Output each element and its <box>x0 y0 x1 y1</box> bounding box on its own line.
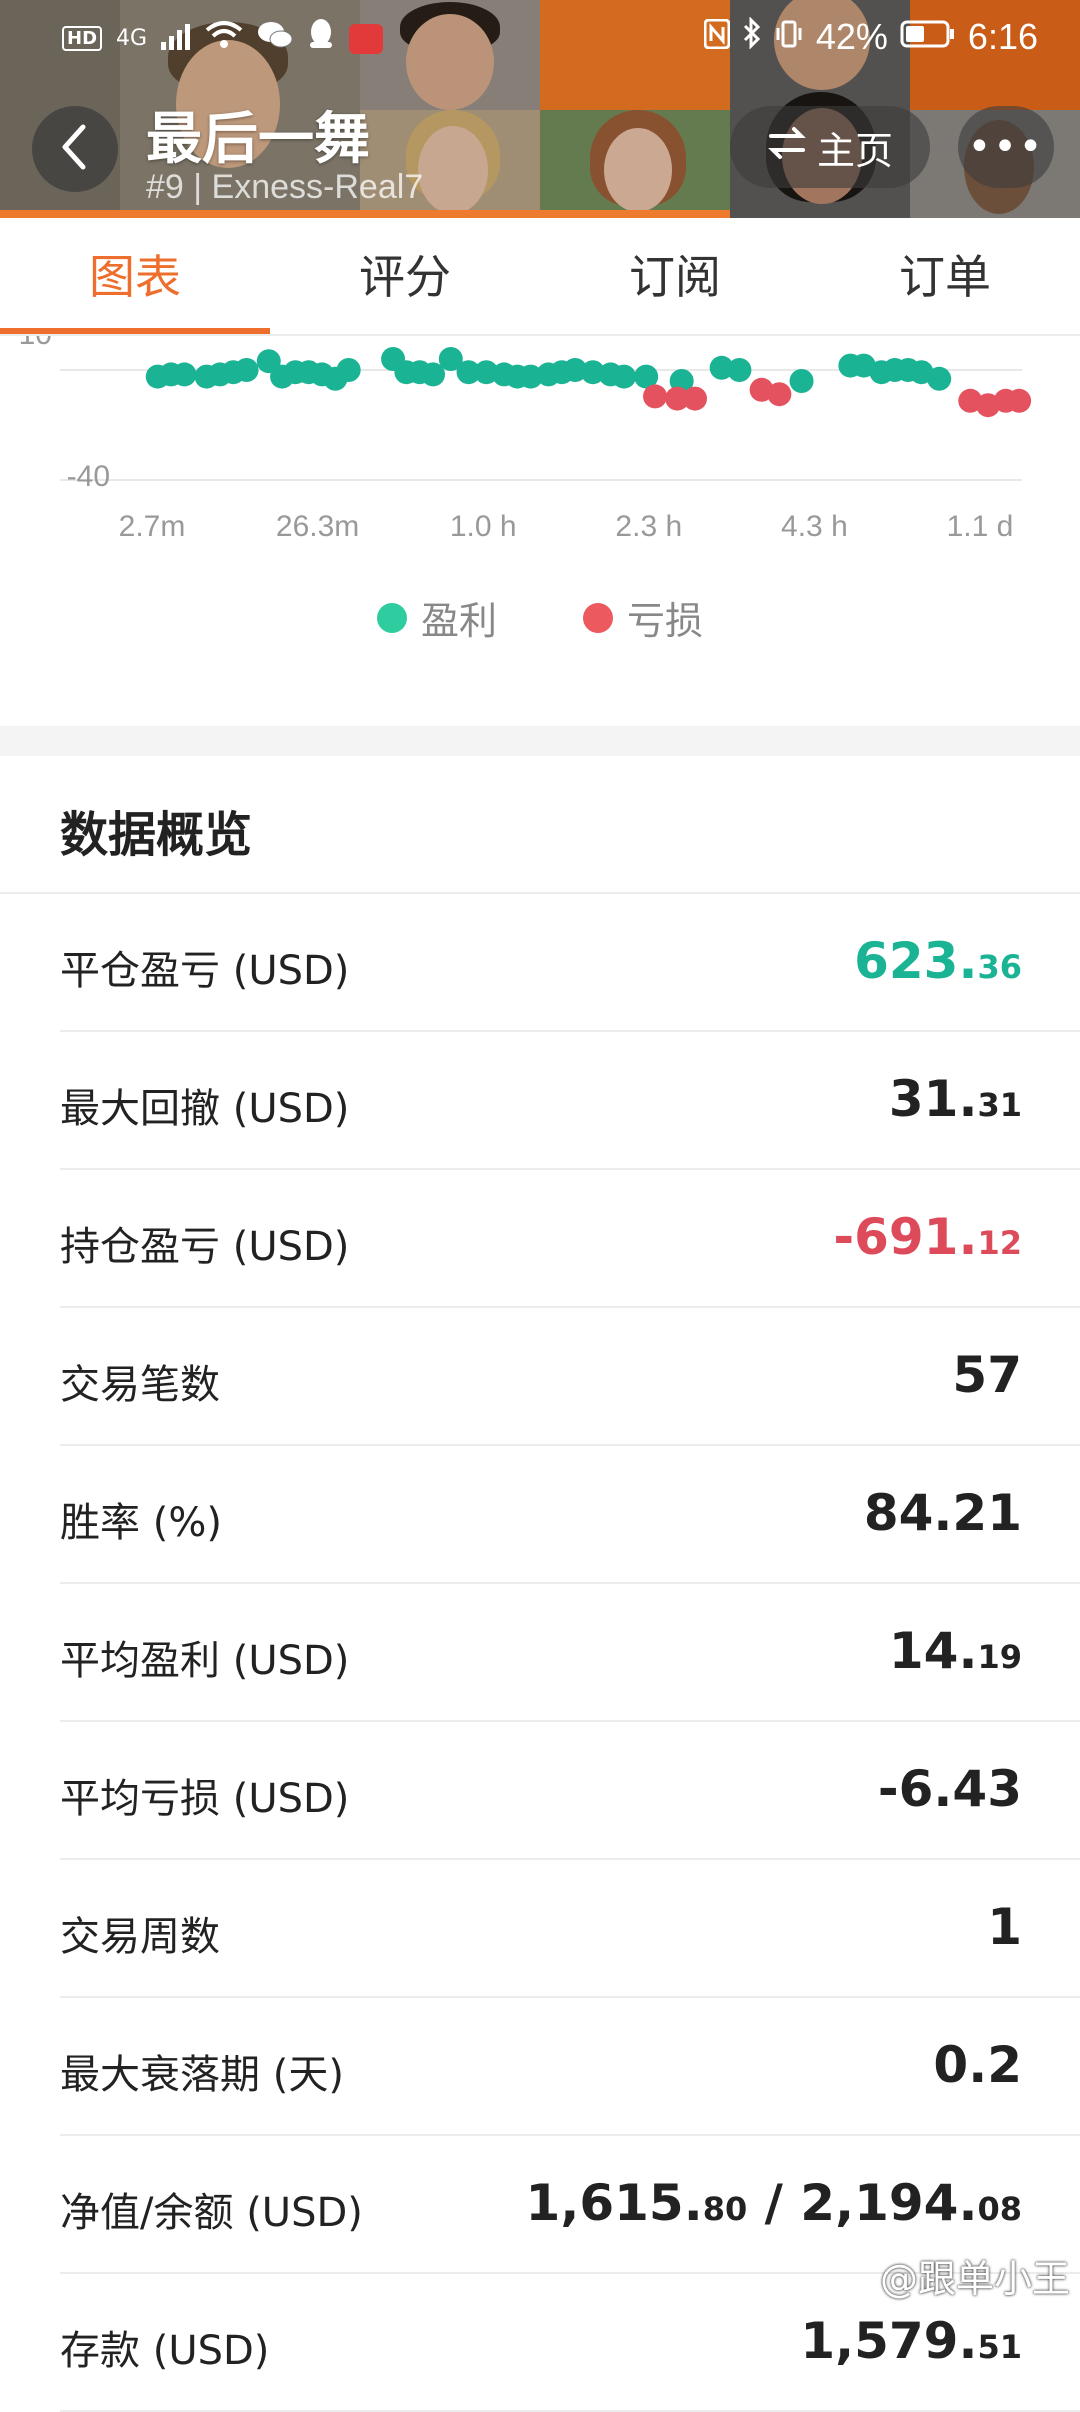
x-tick-label: 2.7m <box>119 510 186 543</box>
legend-item-profit[interactable]: 盈利 <box>376 590 497 645</box>
more-icon: ••• <box>967 124 1045 170</box>
loss-point[interactable] <box>767 382 792 407</box>
tab-orders[interactable]: 订单 <box>810 218 1080 334</box>
wechat-icon <box>257 19 293 59</box>
profit-point[interactable] <box>789 369 814 393</box>
header-accent-bar <box>0 210 730 218</box>
profit-point[interactable] <box>234 358 259 382</box>
overview-row-value: 623.36 <box>854 932 1022 990</box>
legend-label: 亏损 <box>627 599 704 643</box>
overview-row: 平仓盈亏 (USD) 623.36 <box>60 894 1080 1032</box>
x-tick-label: 4.3 h <box>781 510 848 543</box>
back-button[interactable] <box>32 106 118 192</box>
chart-legend: 盈利 亏损 <box>0 590 1080 645</box>
overview-row: 交易笔数 57 <box>60 1308 1080 1446</box>
profit-scatter-chart: 10 -40 2.7m 26.3m 1.0 h 2.3 h 4.3 h 1.1 d <box>0 318 1080 726</box>
overview-row-label: 交易周数 <box>60 1914 220 1960</box>
overview-row-value: 84.21 <box>863 1484 1022 1542</box>
loss-point[interactable] <box>1007 388 1032 413</box>
wifi-icon <box>205 19 243 59</box>
bluetooth-icon <box>742 16 762 58</box>
x-tick-label: 26.3m <box>276 510 359 543</box>
clock-time: 6:16 <box>967 16 1038 57</box>
y-tick-label: 10 <box>19 336 52 351</box>
qq-icon <box>307 18 335 59</box>
trader-account: #9 | Exness-Real7 <box>146 168 424 206</box>
legend-label: 盈利 <box>420 599 497 643</box>
overview-row-label: 最大回撤 (USD) <box>60 1086 350 1132</box>
more-button[interactable]: ••• <box>958 106 1054 188</box>
active-tab-indicator <box>0 328 270 334</box>
home-button[interactable]: 主页 <box>730 106 930 188</box>
tab-rating[interactable]: 评分 <box>270 218 540 334</box>
overview-row-label: 最大衰落期 (天) <box>60 2052 344 2098</box>
overview-row: 交易周数 1 <box>60 1860 1080 1998</box>
overview-row-label: 平均盈利 (USD) <box>60 1638 350 1684</box>
overview-row-label: 存款 (USD) <box>60 2328 270 2374</box>
overview-row-value: -691.12 <box>833 1208 1022 1266</box>
profit-point[interactable] <box>927 366 952 391</box>
legend-dot-loss <box>583 602 613 633</box>
overview-row: 最大回撤 (USD) 31.31 <box>60 1032 1080 1170</box>
overview-row-value: 1,579.51 <box>800 2312 1022 2370</box>
profit-point[interactable] <box>611 364 636 389</box>
overview-row-value: 0.2 <box>933 2036 1022 2094</box>
vibrate-icon <box>774 16 804 58</box>
loss-point[interactable] <box>683 386 707 411</box>
trader-header: HD 4G 42% 6:16 最后一舞 #9 | Exness-Real7 主页… <box>0 0 1080 218</box>
y-tick-label: -40 <box>67 460 110 493</box>
battery-percent: 42% <box>815 16 888 57</box>
overview-row: 平均亏损 (USD) -6.43 <box>60 1722 1080 1860</box>
loss-point[interactable] <box>643 384 668 409</box>
overview-row-label: 持仓盈亏 (USD) <box>60 1224 350 1270</box>
chevron-left-icon <box>55 123 95 175</box>
overview-row-value: 1 <box>987 1898 1022 1956</box>
app-notification-icon <box>349 23 384 54</box>
trader-name: 最后一舞 <box>146 107 370 172</box>
profit-point[interactable] <box>336 358 361 382</box>
swap-icon <box>767 125 807 169</box>
chart-canvas: 10 -40 2.7m 26.3m 1.0 h 2.3 h 4.3 h 1.1 d <box>19 318 1032 543</box>
legend-dot-profit <box>376 602 407 633</box>
signal-icon <box>161 19 191 59</box>
status-bar: HD 4G 42% 6:16 <box>0 0 1080 76</box>
section-divider <box>0 726 1080 756</box>
overview-row-value: -6.43 <box>877 1760 1022 1818</box>
overview-row-value: 1,615.80 / 2,194.08 <box>525 2174 1022 2232</box>
overview-row-label: 净值/余额 (USD) <box>60 2190 363 2236</box>
overview-row-label: 平仓盈亏 (USD) <box>60 948 350 994</box>
x-tick-label: 2.3 h <box>615 510 682 543</box>
overview-row-label: 胜率 (%) <box>60 1500 222 1546</box>
overview-row: 最大衰落期 (天) 0.2 <box>60 1998 1080 2136</box>
x-tick-label: 1.0 h <box>450 510 517 543</box>
tab-chart[interactable]: 图表 <box>0 218 270 334</box>
home-button-label: 主页 <box>816 128 893 173</box>
x-tick-label: 1.1 d <box>947 510 1014 543</box>
legend-item-loss[interactable]: 亏损 <box>583 590 703 645</box>
overview-list: 平仓盈亏 (USD) 623.36 最大回撤 (USD) 31.31 持仓盈亏 (USD… <box>0 894 1080 2412</box>
overview-row-label: 交易笔数 <box>60 1362 220 1408</box>
overview-row-value: 14.19 <box>888 1622 1022 1680</box>
overview-row-value: 31.31 <box>888 1070 1022 1128</box>
network-type: 4G <box>116 26 148 51</box>
overview-row: 胜率 (%) 84.21 <box>60 1446 1080 1584</box>
nfc-icon <box>703 16 731 58</box>
watermark: @跟单小王 <box>879 2257 1070 2301</box>
overview-row-value: 57 <box>952 1346 1022 1404</box>
tab-subscribe[interactable]: 订阅 <box>540 218 810 334</box>
overview-row-label: 平均亏损 (USD) <box>60 1776 350 1822</box>
battery-icon <box>900 16 956 58</box>
overview-row: 平均盈利 (USD) 14.19 <box>60 1584 1080 1722</box>
hd-badge: HD <box>62 26 103 51</box>
overview-title: 数据概览 <box>60 807 253 863</box>
profit-point[interactable] <box>172 362 197 387</box>
tab-bar: 图表 评分 订阅 订单 <box>0 218 1080 336</box>
overview-row: 持仓盈亏 (USD) -691.12 <box>60 1170 1080 1308</box>
profit-point[interactable] <box>727 358 752 382</box>
